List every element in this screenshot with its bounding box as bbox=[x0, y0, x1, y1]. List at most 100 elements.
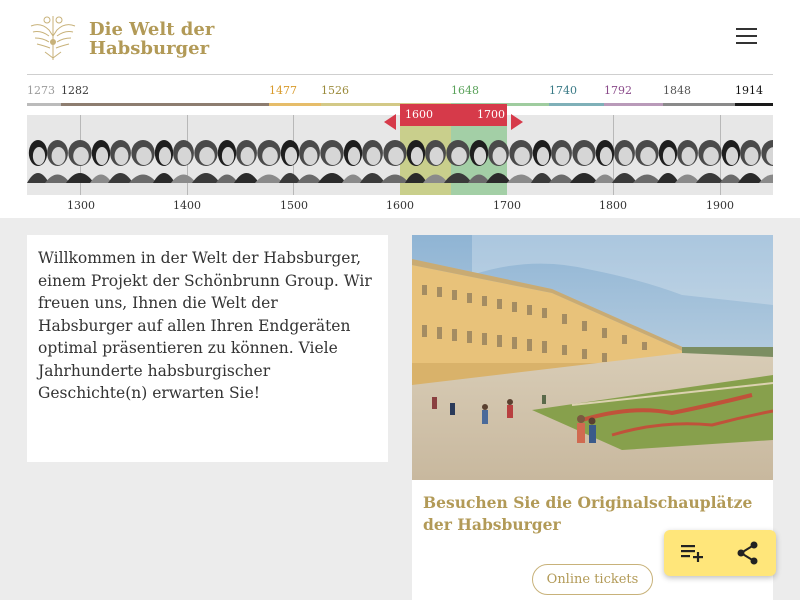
portrait-body bbox=[759, 174, 773, 183]
selected-range[interactable]: 1600 1700 bbox=[400, 104, 507, 126]
portrait-face bbox=[114, 147, 129, 165]
portrait-face bbox=[536, 147, 550, 165]
century-label-1700: 1700 bbox=[493, 199, 521, 212]
site-header: Die Welt der Habsburger 1273 1282 1477 1… bbox=[0, 0, 800, 218]
dynasty-year-1914[interactable]: 1914 bbox=[735, 84, 763, 97]
welcome-card: Willkommen in der Welt der Habsburger, e… bbox=[27, 235, 388, 462]
century-label-1300: 1300 bbox=[67, 199, 95, 212]
portrait-body bbox=[570, 173, 598, 183]
portrait-body bbox=[27, 173, 49, 183]
portrait-body bbox=[720, 174, 742, 183]
portrait-face bbox=[492, 147, 507, 165]
habsburg-eagle-logo-icon[interactable] bbox=[27, 12, 79, 64]
brand-line-2: Habsburger bbox=[89, 38, 210, 59]
share-icon[interactable] bbox=[734, 539, 762, 567]
portrait-body bbox=[297, 174, 322, 183]
portrait-body bbox=[318, 173, 346, 183]
dynasty-year-1526[interactable]: 1526 bbox=[321, 84, 349, 97]
brand-line-1: Die Welt der bbox=[89, 19, 215, 40]
portrait-face bbox=[51, 147, 66, 165]
portrait-body bbox=[342, 174, 364, 183]
portrait-face bbox=[303, 147, 318, 165]
portrait-body bbox=[594, 174, 616, 183]
portrait-face bbox=[744, 147, 759, 165]
century-label-1600: 1600 bbox=[386, 199, 414, 212]
portrait-body bbox=[405, 173, 427, 183]
century-label-1800: 1800 bbox=[599, 199, 627, 212]
header-divider bbox=[27, 74, 773, 75]
portrait-body bbox=[192, 173, 220, 183]
hamburger-menu-icon[interactable] bbox=[736, 27, 758, 45]
range-left-arrow-icon[interactable] bbox=[384, 114, 396, 130]
portrait-body bbox=[255, 174, 283, 183]
portrait-face bbox=[410, 147, 424, 165]
portrait-face bbox=[703, 147, 719, 165]
site-brand[interactable]: Die Welt der Habsburger bbox=[89, 20, 214, 58]
portrait-body bbox=[657, 173, 679, 183]
portrait-face bbox=[177, 147, 192, 165]
dynasty-year-1848[interactable]: 1848 bbox=[663, 84, 691, 97]
portrait-face bbox=[451, 147, 467, 165]
portrait-face bbox=[681, 147, 696, 165]
portrait-body bbox=[153, 173, 175, 183]
portrait-face bbox=[95, 147, 109, 165]
portrait-body bbox=[531, 173, 553, 183]
portrait-body bbox=[738, 173, 763, 183]
portrait-face bbox=[725, 147, 739, 165]
portrait-body bbox=[360, 173, 385, 183]
portrait-face bbox=[32, 147, 46, 165]
century-label-1400: 1400 bbox=[173, 199, 201, 212]
portrait-timeline-band[interactable] bbox=[27, 115, 773, 195]
dynasty-year-1477[interactable]: 1477 bbox=[269, 84, 297, 97]
dynasty-year-1740[interactable]: 1740 bbox=[549, 84, 577, 97]
playlist-add-icon[interactable] bbox=[678, 539, 706, 567]
portrait-face bbox=[325, 147, 341, 165]
dynasty-bar-1282 bbox=[61, 103, 269, 106]
portrait-body bbox=[486, 173, 511, 183]
dynasty-year-1273[interactable]: 1273 bbox=[27, 84, 55, 97]
century-label-1500: 1500 bbox=[280, 199, 308, 212]
action-box bbox=[664, 530, 776, 576]
portrait-body bbox=[423, 174, 448, 183]
range-right-arrow-icon[interactable] bbox=[511, 114, 523, 130]
portrait-face bbox=[429, 147, 444, 165]
dynasty-bar-1477 bbox=[269, 103, 321, 106]
portrait-face bbox=[366, 147, 381, 165]
portrait-body bbox=[66, 173, 94, 183]
dynasty-year-1282[interactable]: 1282 bbox=[61, 84, 89, 97]
portrait-body bbox=[216, 174, 238, 183]
portrait-face bbox=[662, 147, 676, 165]
portrait-face bbox=[73, 147, 89, 165]
portrait-body bbox=[129, 174, 157, 183]
portrait-face bbox=[221, 147, 235, 165]
dynasty-bar-1740 bbox=[549, 103, 604, 106]
portrait-body bbox=[549, 174, 574, 183]
portrait-face bbox=[618, 147, 633, 165]
portrait-face bbox=[136, 147, 152, 165]
range-end: 1700 bbox=[477, 108, 505, 121]
portrait-face bbox=[555, 147, 570, 165]
portrait-body bbox=[444, 173, 472, 183]
portrait-face bbox=[240, 147, 255, 165]
portrait-body bbox=[507, 174, 535, 183]
portrait-body bbox=[381, 174, 409, 183]
range-start: 1600 bbox=[405, 108, 433, 121]
ruler-portraits[interactable] bbox=[27, 137, 773, 183]
century-label-1900: 1900 bbox=[706, 199, 734, 212]
portrait-face bbox=[158, 147, 172, 165]
portrait-body bbox=[90, 174, 112, 183]
portrait-face bbox=[262, 147, 278, 165]
portrait-face bbox=[388, 147, 404, 165]
portrait-body bbox=[675, 174, 700, 183]
dynasty-year-1648[interactable]: 1648 bbox=[451, 84, 479, 97]
portrait-face bbox=[284, 147, 298, 165]
online-tickets-button[interactable]: Online tickets bbox=[532, 564, 653, 595]
portrait-body bbox=[696, 173, 724, 183]
dynasty-year-1792[interactable]: 1792 bbox=[604, 84, 632, 97]
portrait-face bbox=[514, 147, 530, 165]
schoenbrunn-palace-photo[interactable] bbox=[412, 235, 773, 480]
portrait-face bbox=[347, 147, 361, 165]
dynasty-bar-1914 bbox=[735, 103, 773, 106]
portrait-face bbox=[640, 147, 656, 165]
portrait-face bbox=[599, 147, 613, 165]
